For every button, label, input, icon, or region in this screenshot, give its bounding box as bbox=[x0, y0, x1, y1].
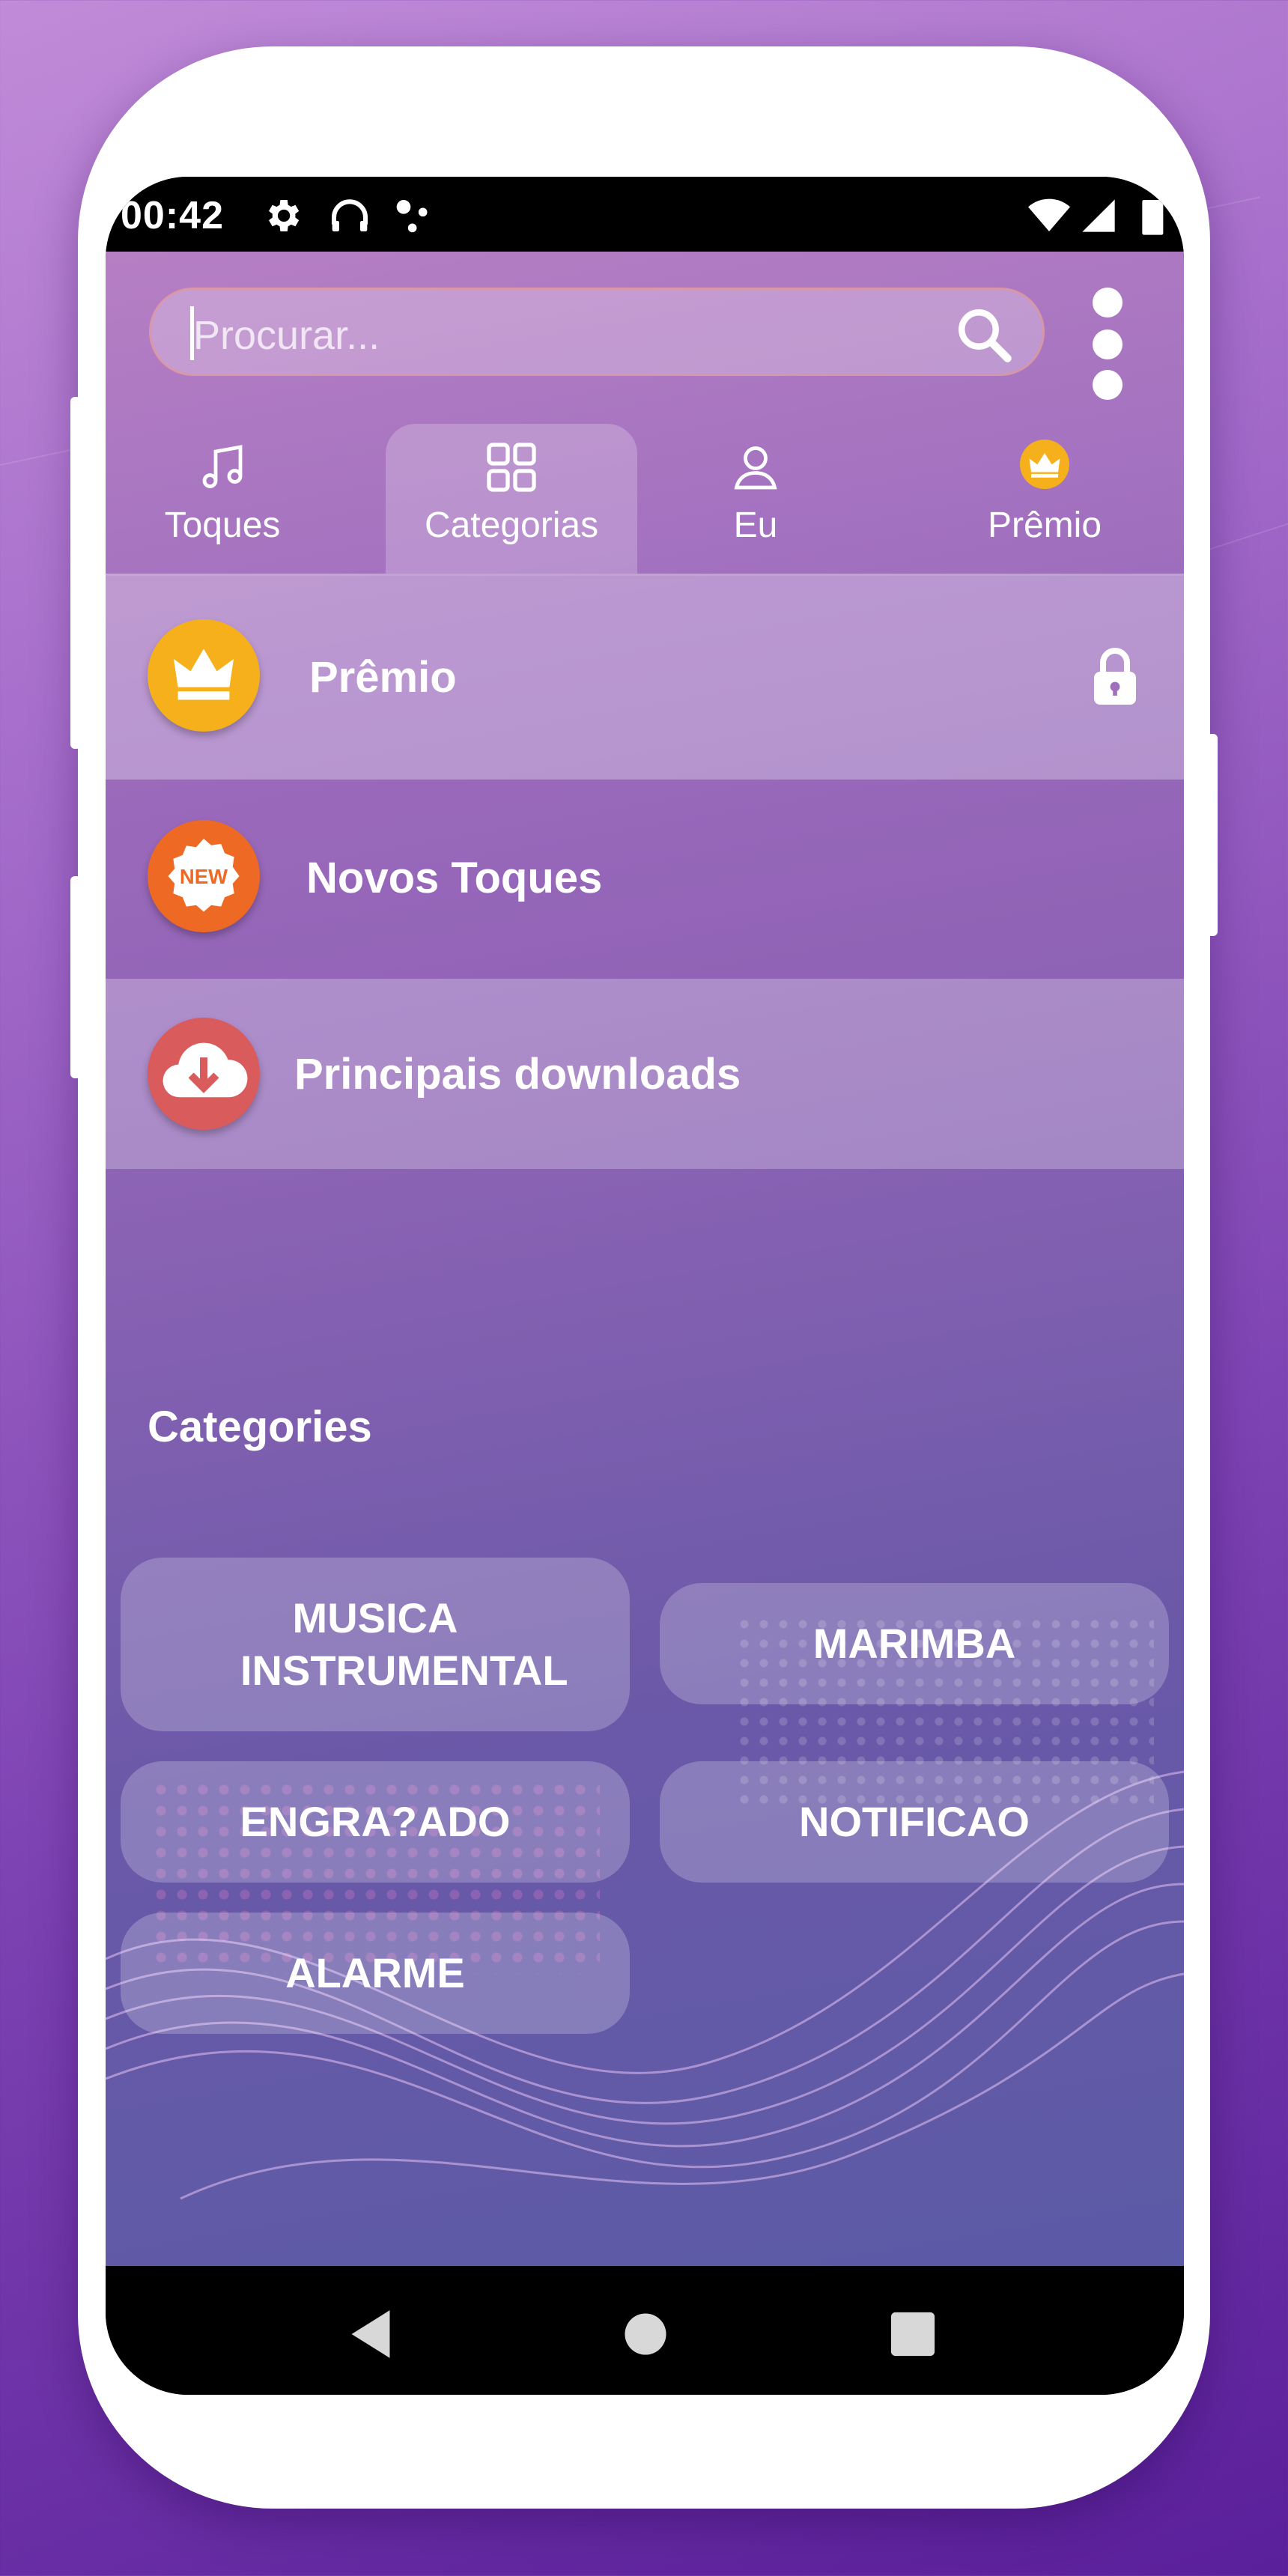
home-icon[interactable] bbox=[624, 2308, 667, 2360]
person-icon bbox=[734, 446, 777, 490]
gear-icon bbox=[269, 200, 300, 231]
more-vert-icon[interactable] bbox=[1091, 288, 1124, 400]
tab-bar: Toques Categorias Eu Prêmio bbox=[106, 424, 1184, 574]
phone-screen: 00:42 Procurar... Toques Categorias Eu P… bbox=[106, 177, 1184, 2395]
lock-icon bbox=[1094, 648, 1136, 705]
top-downloads-row[interactable]: Principais downloads bbox=[106, 979, 1184, 1169]
search-bar[interactable]: Procurar... bbox=[149, 288, 1045, 376]
tab-label: Toques bbox=[164, 505, 281, 545]
premium-row[interactable]: Prêmio bbox=[106, 576, 1184, 780]
new-ringtones-label: Novos Toques bbox=[306, 854, 603, 902]
crown-icon bbox=[1020, 440, 1069, 489]
signal-icon bbox=[1082, 199, 1115, 232]
category-label: NOTIFICAO bbox=[799, 1798, 1030, 1845]
wifi-icon bbox=[1028, 198, 1070, 231]
category-chip[interactable]: MARIMBA bbox=[660, 1583, 1169, 1704]
premium-label: Prêmio bbox=[309, 653, 457, 702]
navigation-bar bbox=[106, 2266, 1184, 2395]
grid-icon bbox=[487, 443, 536, 492]
new-badge-text: NEW bbox=[180, 865, 228, 888]
phone-side-button bbox=[1207, 734, 1218, 936]
tab-label: Prêmio bbox=[987, 505, 1102, 545]
tab-categorias[interactable]: Categorias bbox=[386, 424, 637, 574]
tab-eu[interactable]: Eu bbox=[628, 424, 883, 574]
category-label: MARIMBA bbox=[812, 1620, 1016, 1667]
phone-side-button bbox=[70, 397, 81, 749]
category-chip[interactable]: ENGRA?ADO bbox=[121, 1761, 630, 1883]
notification-dots-icon bbox=[396, 200, 428, 233]
categories-title: Categories bbox=[148, 1403, 372, 1451]
top-downloads-label: Principais downloads bbox=[294, 1050, 741, 1099]
app-content: Procurar... Toques Categorias Eu Prêmio bbox=[106, 252, 1184, 2266]
crown-icon bbox=[148, 619, 260, 732]
category-chip[interactable]: MUSICA INSTRUMENTAL bbox=[121, 1558, 630, 1731]
status-time: 00:42 bbox=[121, 194, 224, 237]
tab-label: Categorias bbox=[424, 505, 599, 545]
category-chip[interactable]: NOTIFICAO bbox=[660, 1761, 1169, 1883]
recents-icon[interactable] bbox=[889, 2308, 937, 2360]
category-label: MUSICA INSTRUMENTAL bbox=[240, 1594, 568, 1694]
search-icon[interactable] bbox=[953, 303, 1015, 366]
category-chip[interactable]: ALARME bbox=[121, 1913, 630, 2034]
back-icon[interactable] bbox=[347, 2308, 395, 2360]
status-bar: 00:42 bbox=[106, 177, 1184, 252]
music-note-icon bbox=[202, 445, 243, 488]
tab-label: Eu bbox=[733, 505, 778, 545]
headphones-icon bbox=[331, 199, 368, 231]
category-label: ENGRA?ADO bbox=[240, 1798, 511, 1845]
cloud-download-icon bbox=[148, 1018, 260, 1130]
search-placeholder: Procurar... bbox=[193, 313, 380, 358]
tab-toques[interactable]: Toques bbox=[106, 424, 350, 574]
battery-icon bbox=[1142, 200, 1164, 235]
tab-premio[interactable]: Prêmio bbox=[917, 424, 1172, 574]
new-badge-icon: NEW bbox=[148, 820, 260, 932]
phone-side-button bbox=[70, 876, 81, 1078]
category-label: ALARME bbox=[285, 1949, 465, 1996]
new-ringtones-row[interactable]: NEW Novos Toques bbox=[106, 780, 1184, 979]
